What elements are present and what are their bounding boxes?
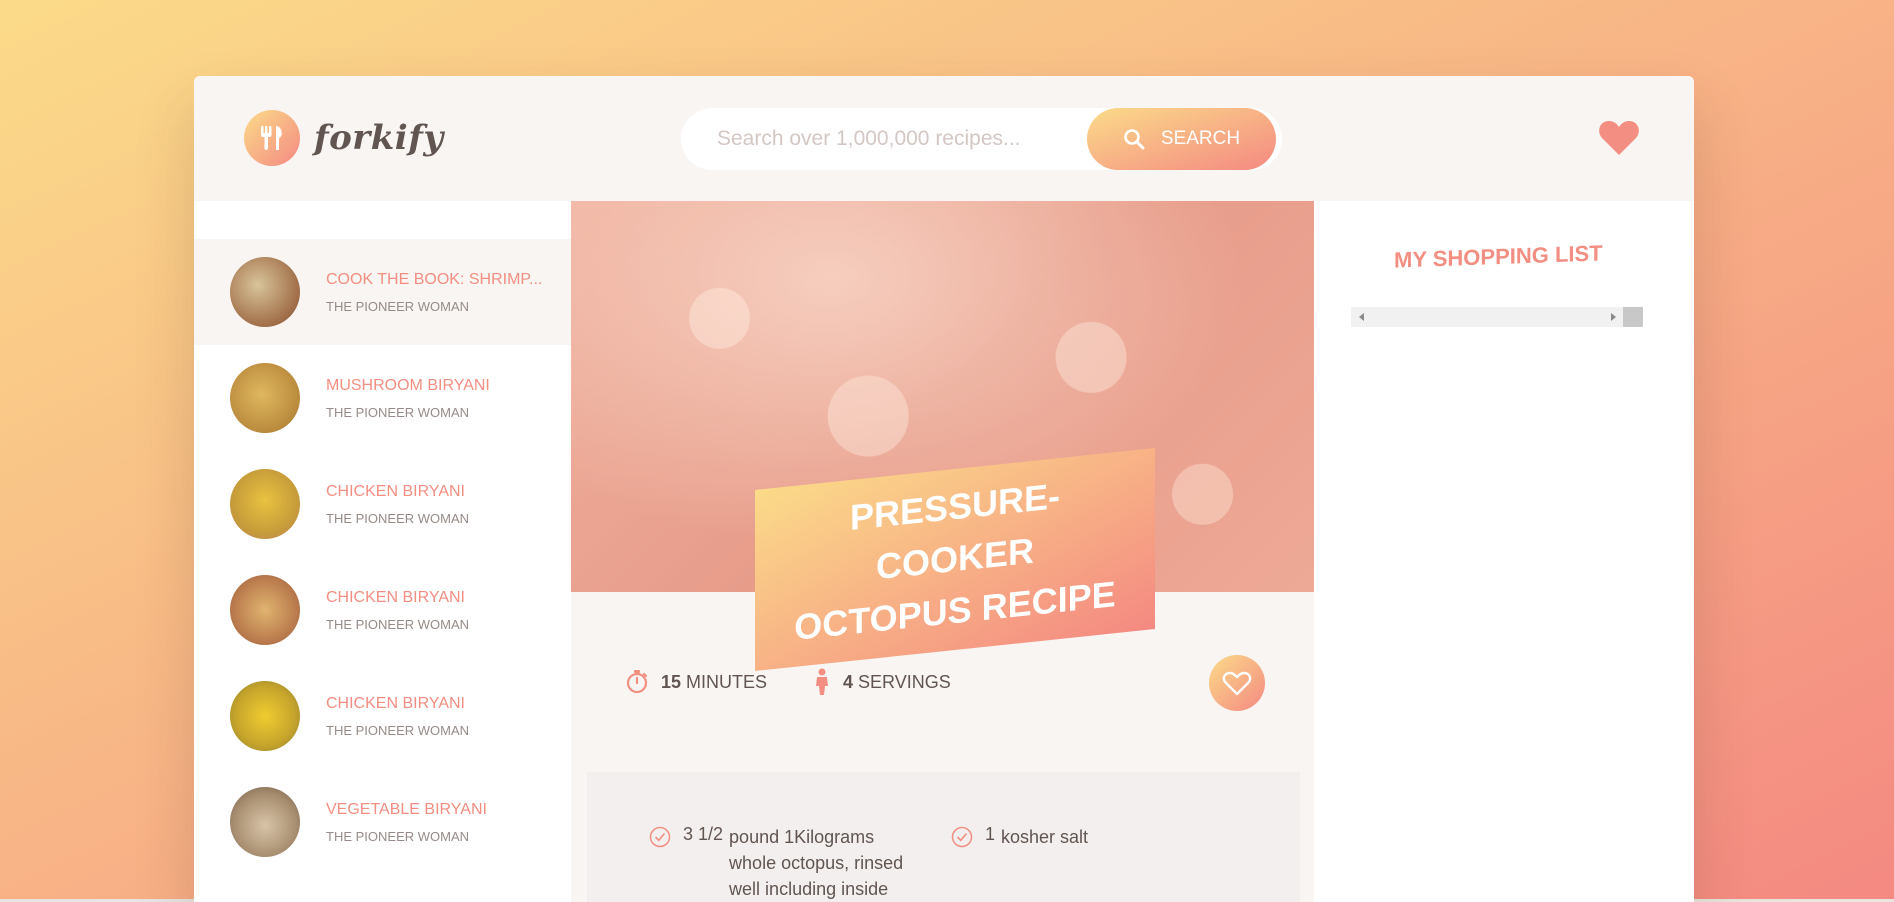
result-item[interactable]: Vegetable Biryani The Pioneer Woman <box>194 769 571 875</box>
scrollbar-thumb[interactable] <box>1623 307 1643 327</box>
horizontal-scrollbar[interactable] <box>1351 307 1643 327</box>
result-item[interactable]: Chicken Biryani The Pioneer Woman <box>194 663 571 769</box>
result-thumbnail <box>230 575 300 645</box>
header: forkify Search <box>194 76 1694 201</box>
result-item[interactable]: Mushroom Biryani The Pioneer Woman <box>194 345 571 451</box>
result-title: Chicken Biryani <box>326 482 465 500</box>
ingredient-item: 3 1/2 pound 1Kilograms whole octopus, ri… <box>649 824 951 902</box>
fork-knife-icon <box>244 110 300 166</box>
likes-heart-icon[interactable] <box>1598 120 1640 160</box>
recipe-panel: Pressure-Cooker Octopus Recipe 15 minutes… <box>571 201 1314 902</box>
result-thumbnail <box>230 681 300 751</box>
recipe-time: 15 minutes <box>625 669 767 695</box>
result-author: The Pioneer Woman <box>326 828 470 844</box>
result-title: Mushroom Biryani <box>326 376 490 394</box>
result-author: The Pioneer Woman <box>326 298 470 314</box>
recipe-servings-unit: servings <box>858 671 951 692</box>
result-title: Chicken Biryani <box>326 694 465 712</box>
recipe-details: 15 minutes 4 servings <box>587 592 1300 772</box>
result-author: The Pioneer Woman <box>326 510 470 526</box>
result-author: The Pioneer Woman <box>326 404 470 420</box>
ingredient-count: 1 <box>985 824 996 844</box>
shopping-list-title: My Shopping List <box>1394 240 1603 273</box>
ingredient-list: 3 1/2 pound 1Kilograms whole octopus, ri… <box>649 824 1300 902</box>
results-list: Cook the Book: Shrimp... The Pioneer Wom… <box>194 201 571 902</box>
search-input[interactable] <box>717 127 1137 151</box>
logo[interactable]: forkify <box>244 110 444 166</box>
result-thumbnail <box>230 787 300 857</box>
ingredient-description: pound 1Kilograms whole octopus, rinsed w… <box>729 827 904 900</box>
person-icon <box>816 668 829 695</box>
heart-outline-icon <box>1222 671 1252 695</box>
result-title: Vegetable Biryani <box>326 800 487 818</box>
scroll-right-arrow-icon[interactable] <box>1609 313 1617 321</box>
result-item[interactable]: Chicken Biryani The Pioneer Woman <box>194 451 571 557</box>
recipe-time-value: 15 <box>661 671 682 692</box>
result-item[interactable]: Cook the Book: Shrimp... The Pioneer Wom… <box>194 239 571 345</box>
stopwatch-icon <box>626 670 648 694</box>
ingredients-section: 3 1/2 pound 1Kilograms whole octopus, ri… <box>587 772 1300 902</box>
result-item[interactable]: Chicken Biryani The Pioneer Woman <box>194 557 571 663</box>
ingredient-count: 3 1/2 <box>683 824 724 844</box>
search-form: Search <box>681 108 1282 170</box>
result-thumbnail <box>230 363 300 433</box>
ingredient-item: 1 kosher salt <box>951 824 1191 902</box>
result-author: The Pioneer Woman <box>326 616 470 632</box>
result-thumbnail <box>230 469 300 539</box>
recipe-time-unit: minutes <box>686 671 768 692</box>
bookmark-heart-button[interactable] <box>1209 655 1265 711</box>
recipe-servings: 4 servings <box>813 668 951 696</box>
check-icon <box>951 826 973 848</box>
search-icon <box>1124 129 1145 150</box>
search-button-label: Search <box>1160 128 1241 149</box>
recipe-servings-value: 4 <box>843 671 854 692</box>
result-author: The Pioneer Woman <box>326 722 470 738</box>
check-icon <box>649 826 671 848</box>
app-name: forkify <box>314 118 444 158</box>
result-thumbnail <box>230 257 300 327</box>
result-title: Cook the Book: Shrimp... <box>326 270 543 288</box>
ingredient-description: kosher salt <box>1001 827 1089 847</box>
scroll-left-arrow-icon[interactable] <box>1358 313 1366 321</box>
app-container: forkify Search Cook the Book: Shrimp... <box>194 76 1694 902</box>
search-button[interactable]: Search <box>1087 108 1276 170</box>
result-title: Chicken Biryani <box>326 588 465 606</box>
shopping-list-panel: My Shopping List <box>1314 201 1694 902</box>
